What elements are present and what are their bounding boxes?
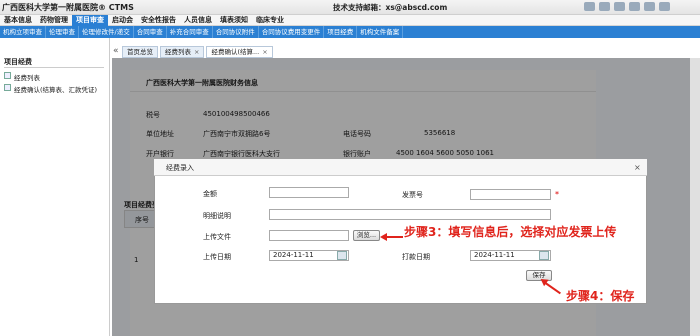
scrollbar[interactable] [690,58,700,336]
invoice-input[interactable] [470,189,551,200]
sub-menu: 机构立项审查 伦理审查 伦理修改件/递交 合同审查 补充合同审查 合同协议附件 … [0,26,700,38]
settings-icon[interactable] [644,2,655,11]
tab-label: 经费确认(结算... [211,48,260,56]
main-menu: 基本信息 药物管理 项目审查 启动会 安全性报告 人员信息 填表须知 临床专业 [0,15,700,26]
pay-date-label: 打款日期 [402,253,430,261]
submenu-supplementary-contract[interactable]: 补充合同审查 [167,26,213,38]
dialog-title: 经费录入 [166,164,194,172]
sidebar-item-fee-confirm[interactable]: 经费确认(结算表、汇款凭证) [4,84,108,94]
menu-clinical-specialty[interactable]: 临床专业 [252,15,288,26]
close-icon[interactable]: × [262,47,267,57]
calendar-icon[interactable] [539,251,549,260]
close-icon[interactable]: × [194,47,199,57]
submenu-contract-review[interactable]: 合同审查 [134,26,167,38]
help-icon[interactable] [629,2,640,11]
dialog-title-bar: 经费录入 [154,159,647,176]
submenu-ethics-amendment[interactable]: 伦理修改件/递交 [79,26,134,38]
collapse-sidebar-icon[interactable]: « [113,46,119,56]
submenu-project-funds[interactable]: 项目经费 [324,26,358,38]
upload-label: 上传文件 [203,233,231,241]
logout-icon[interactable] [659,2,670,11]
user-icon[interactable] [599,2,610,11]
tab-fee-list[interactable]: 经费列表 × [160,46,205,58]
menu-kickoff[interactable]: 启动会 [108,15,137,26]
sidebar-item-fee-list[interactable]: 经费列表 [4,72,40,82]
submenu-ethics-review[interactable]: 伦理审查 [46,26,79,38]
menu-form-guide[interactable]: 填表须知 [216,15,252,26]
tab-bar: 首页总览 经费列表 × 经费确认(结算... × [122,46,273,58]
menu-basic-info[interactable]: 基本信息 [0,15,36,26]
menu-safety-report[interactable]: 安全性报告 [137,15,180,26]
detail-input[interactable] [269,209,551,220]
calendar-icon[interactable] [337,251,347,260]
menu-project-review[interactable]: 项目审查 [72,15,108,26]
sidebar-divider [4,67,104,68]
top-icons [584,2,694,12]
submenu-document-filing[interactable]: 机构文件备案 [357,26,404,38]
tab-fee-confirm[interactable]: 经费确认(结算... × [206,46,273,58]
submenu-project-approval[interactable]: 机构立项审查 [0,26,46,38]
upload-date-label: 上传日期 [203,253,231,261]
app-title: 广西医科大学第一附属医院® CTMS [2,3,134,12]
list-icon [4,72,11,79]
menu-personnel[interactable]: 人员信息 [180,15,216,26]
home-icon[interactable] [584,2,595,11]
step3-annotation: 步骤3：填写信息后，选择对应发票上传 [404,225,617,239]
browse-button[interactable]: 浏览... [353,230,380,241]
top-bar: 广西医科大学第一附属医院® CTMS 技术支持邮箱：xs@abscd.com [0,0,700,15]
support-email: 技术支持邮箱：xs@abscd.com [333,3,448,12]
document-icon [4,84,11,91]
step3-arrow-head [380,233,387,241]
sidebar-item-label: 经费确认(结算表、汇款凭证) [14,86,98,94]
tab-label: 首页总览 [127,48,153,56]
tab-home[interactable]: 首页总览 [122,46,158,58]
lock-icon[interactable] [614,2,625,11]
sidebar-title: 项目经费 [4,58,32,66]
required-mark: * [555,190,559,199]
sidebar-item-label: 经费列表 [14,74,40,82]
amount-input[interactable] [269,187,349,198]
menu-drug-management[interactable]: 药物管理 [36,15,72,26]
submenu-contract-attachments[interactable]: 合同协议附件 [213,26,259,38]
amount-label: 金额 [203,190,217,198]
step4-annotation: 步骤4：保存 [566,289,635,303]
sidebar [0,38,110,336]
upload-file-input[interactable] [269,230,349,241]
submenu-fee-change[interactable]: 合同协议费用变更件 [259,26,325,38]
close-icon[interactable]: × [634,163,641,172]
invoice-label: 发票号 [402,191,423,199]
detail-label: 明细说明 [203,212,231,220]
tab-label: 经费列表 [165,48,191,56]
